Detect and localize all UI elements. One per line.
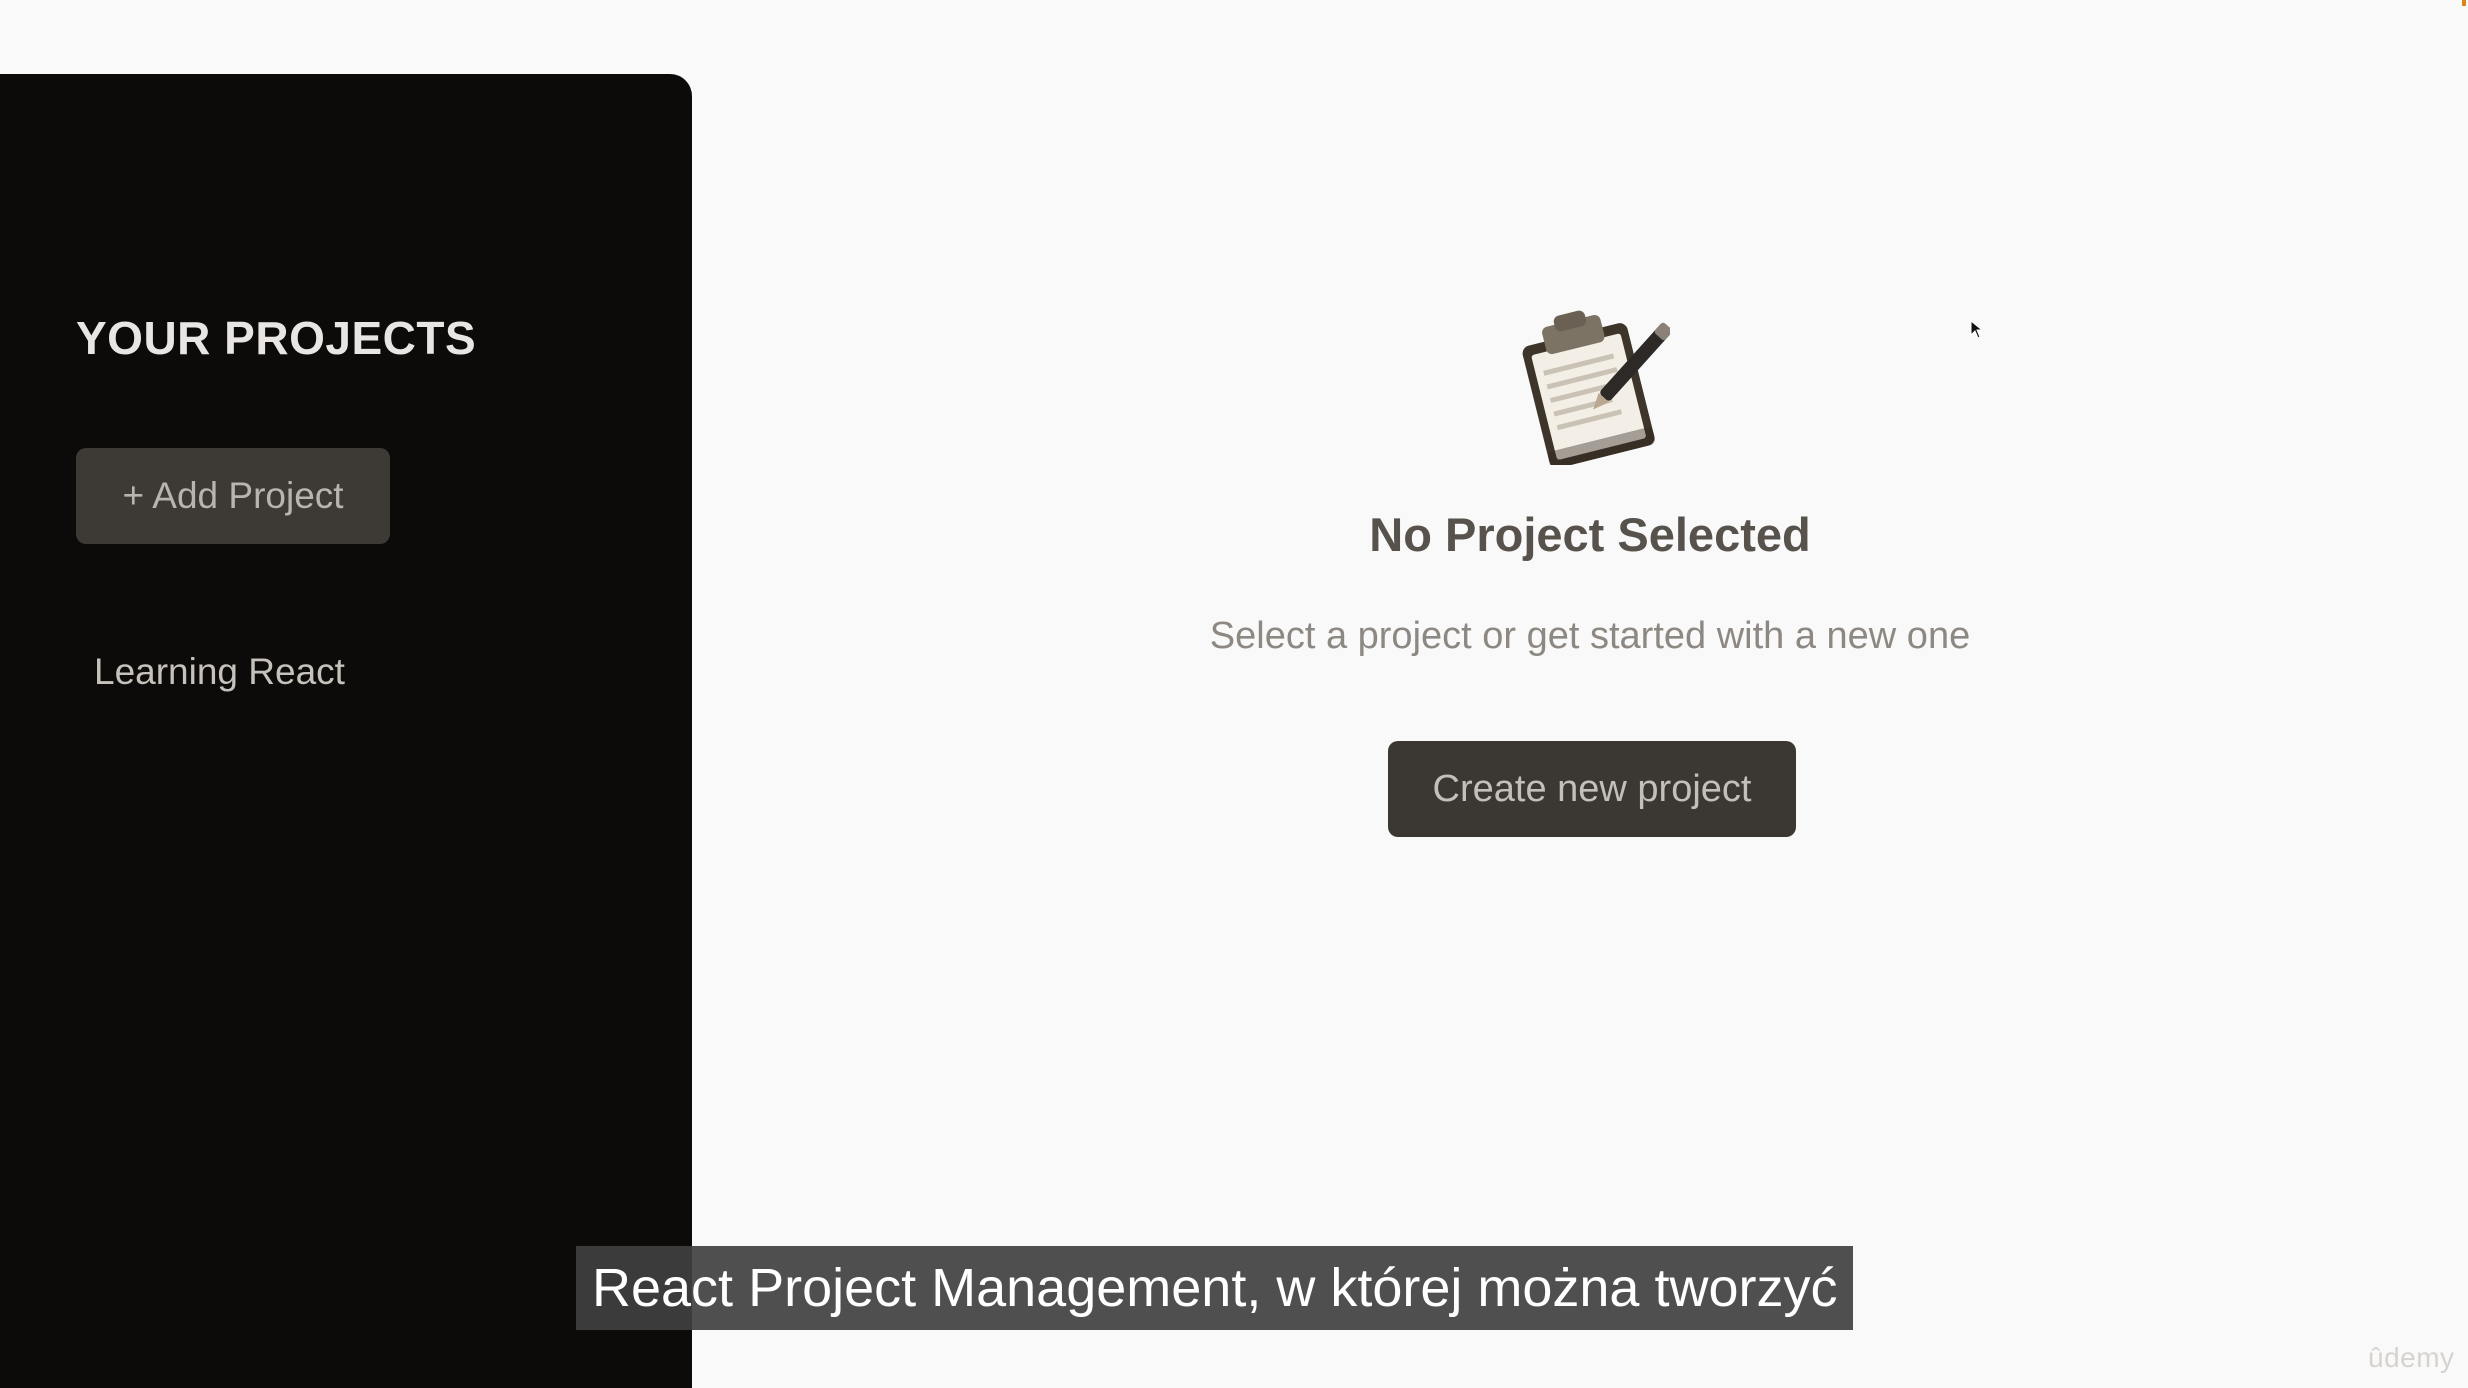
project-list: Learning React — [76, 634, 363, 710]
project-item-learning-react[interactable]: Learning React — [76, 634, 363, 710]
sidebar-title: YOUR PROJECTS — [76, 312, 477, 364]
app-page: YOUR PROJECTS + Add Project Learning Rea… — [0, 0, 2468, 1388]
corner-indicator — [2462, 0, 2466, 6]
video-caption: React Project Management, w której można… — [576, 1246, 1854, 1330]
udemy-watermark: ûdemy — [2368, 1342, 2455, 1373]
empty-state-title: No Project Selected — [1369, 508, 1811, 561]
projects-sidebar: YOUR PROJECTS + Add Project Learning Rea… — [0, 74, 692, 1388]
empty-state-subtitle: Select a project or get started with a n… — [1209, 615, 1971, 657]
create-new-project-button[interactable]: Create new project — [1388, 741, 1796, 837]
clipboard-icon — [1522, 310, 1670, 465]
add-project-button[interactable]: + Add Project — [76, 448, 390, 544]
mouse-cursor-icon — [1970, 320, 1984, 339]
